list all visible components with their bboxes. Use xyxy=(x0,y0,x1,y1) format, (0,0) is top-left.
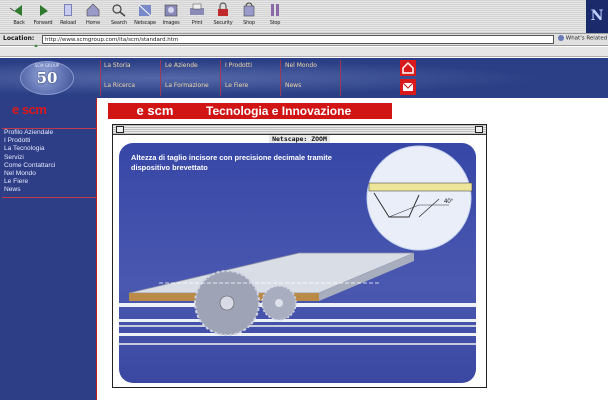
nav-divider xyxy=(100,60,101,96)
personal-toolbar xyxy=(0,47,608,57)
saw-illustration: 40° xyxy=(119,145,476,345)
stop-button[interactable]: Stop xyxy=(262,2,288,32)
nav-le-aziende[interactable]: Le Aziende xyxy=(165,62,198,69)
nav-nel-mondo[interactable]: Nel Mondo xyxy=(285,62,317,69)
location-label: Location: xyxy=(3,35,35,42)
zoom-window-titlebar[interactable]: Netscape: ZOOM xyxy=(113,125,486,143)
print-icon xyxy=(184,2,210,18)
home-icon xyxy=(80,2,106,18)
netscape-icon xyxy=(132,2,158,18)
sidebar-item-la-tecnologia[interactable]: La Tecnologia xyxy=(2,145,97,153)
home-shortcut-button[interactable] xyxy=(400,60,416,76)
sidebar-item-servizi[interactable]: Servizi xyxy=(2,154,97,162)
nav-la-formazione[interactable]: La Formazione xyxy=(165,82,209,89)
reload-icon xyxy=(55,2,81,18)
sidebar-item-news[interactable]: News xyxy=(2,186,97,194)
scm-e-icon: e xyxy=(12,102,19,117)
anniversary-badge: SCM GROUP 50 xyxy=(20,61,74,95)
shop-button[interactable]: Shop xyxy=(236,2,262,32)
browser-toolbar: Back Forward Reload Home Search Netscape… xyxy=(0,0,608,34)
print-button[interactable]: Print xyxy=(184,2,210,32)
back-button[interactable]: Back xyxy=(6,2,32,32)
forward-arrow-icon xyxy=(30,2,56,18)
page-title: Tecnologia e Innovazione xyxy=(202,103,392,119)
sidebar-item-le-fiere[interactable]: Le Fiere xyxy=(2,178,97,186)
sidebar-item-profilo-aziendale[interactable]: Profilo Aziendale xyxy=(2,129,97,137)
blade-hub xyxy=(219,295,235,311)
anniversary-brand: SCM GROUP xyxy=(34,63,60,68)
house-icon xyxy=(402,61,414,74)
search-button[interactable]: Search xyxy=(106,2,132,32)
nav-news[interactable]: News xyxy=(285,82,301,89)
location-bar: Location: http://www.scmgroup.com/ita/sc… xyxy=(0,34,608,51)
zoom-box-button[interactable] xyxy=(475,126,483,133)
rail xyxy=(119,319,476,322)
scm-e-icon: e xyxy=(136,103,144,118)
search-icon xyxy=(106,2,132,18)
scm-logo-text: scm xyxy=(21,102,47,117)
scoring-blade-hub xyxy=(275,299,283,307)
reload-button[interactable]: Reload xyxy=(55,2,81,32)
whats-related-label: What's Related xyxy=(565,35,608,42)
sidebar-item-i-prodotti[interactable]: I Prodotti xyxy=(2,137,97,145)
page-proxy-icon[interactable] xyxy=(32,36,40,51)
home-button[interactable]: Home xyxy=(80,2,106,32)
zoom-window-title: Netscape: ZOOM xyxy=(269,135,330,143)
rail xyxy=(119,343,476,345)
scm-banner-text: scm xyxy=(147,103,174,118)
netscape-logo-icon[interactable]: N xyxy=(586,0,608,33)
rail xyxy=(119,333,476,336)
left-sidebar: e scm Profilo Aziendale I Prodotti La Te… xyxy=(0,98,97,400)
scm-banner-logo: e scm xyxy=(108,103,202,119)
zoom-window: Netscape: ZOOM Altezza di taglio incisor… xyxy=(112,124,487,388)
netscape-button[interactable]: Netscape xyxy=(132,2,158,32)
nav-le-fiere[interactable]: Le Fiere xyxy=(225,82,248,89)
rail xyxy=(119,325,476,327)
detail-magnifier xyxy=(366,145,472,251)
images-button[interactable]: Images xyxy=(158,2,184,32)
nav-divider xyxy=(220,60,221,96)
nav-i-prodotti[interactable]: I Prodotti xyxy=(225,62,252,69)
sidebar-item-nel-mondo[interactable]: Nel Mondo xyxy=(2,170,97,178)
nav-divider xyxy=(340,60,341,96)
nav-divider xyxy=(280,60,281,96)
anniversary-number: 50 xyxy=(36,69,58,87)
scm-logo: e scm xyxy=(12,102,47,117)
sidebar-item-come-contattarci[interactable]: Come Contattarci xyxy=(2,162,97,170)
back-arrow-icon xyxy=(6,2,32,18)
whats-related-icon xyxy=(558,35,564,41)
forward-button[interactable]: Forward xyxy=(30,2,56,32)
security-button[interactable]: Security xyxy=(210,2,236,32)
security-lock-icon xyxy=(210,2,236,18)
rail xyxy=(119,303,476,307)
site-header: SCM GROUP 50 La Storia Le Aziende I Prod… xyxy=(0,58,608,98)
detail-panel xyxy=(368,182,473,192)
angle-label: 40° xyxy=(444,199,454,205)
technology-diagram: Altezza di taglio incisore con precision… xyxy=(119,143,476,383)
sidebar-divider xyxy=(96,98,97,400)
stop-icon xyxy=(262,2,288,18)
shop-icon xyxy=(236,2,262,18)
nav-la-storia[interactable]: La Storia xyxy=(104,62,131,69)
contact-mail-button[interactable] xyxy=(400,79,416,95)
envelope-icon xyxy=(402,82,414,91)
nav-la-ricerca[interactable]: La Ricerca xyxy=(104,82,135,89)
images-icon xyxy=(158,2,184,18)
sidebar-menu: Profilo Aziendale I Prodotti La Tecnolog… xyxy=(2,128,97,198)
url-input[interactable]: http://www.scmgroup.com/ita/scm/standard… xyxy=(42,35,554,44)
whats-related-button[interactable]: What's Related xyxy=(558,35,607,42)
nav-divider xyxy=(160,60,161,96)
